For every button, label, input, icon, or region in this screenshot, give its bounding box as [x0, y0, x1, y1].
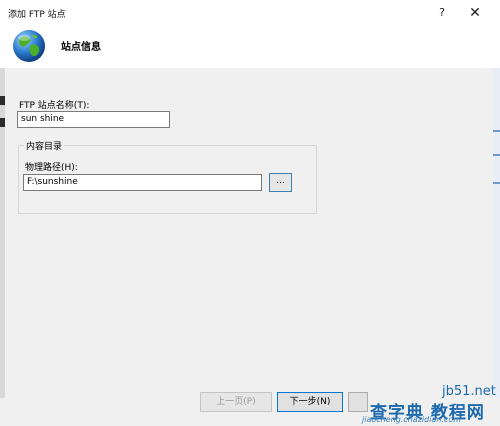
- next-button[interactable]: 下一步(N): [277, 392, 343, 412]
- watermark: jb51.net 查字典 教程网 jiaocheng.chazidian.com: [362, 384, 500, 426]
- header-title: 站点信息: [61, 42, 101, 53]
- title-bar: 添加 FTP 站点 ? ✕: [0, 0, 500, 27]
- edge-tick: [493, 154, 500, 156]
- window-title: 添加 FTP 站点: [8, 10, 66, 20]
- physical-path-input[interactable]: F:\sunshine: [23, 174, 262, 191]
- background-window-edge-left: [0, 68, 5, 398]
- background-window-edge-right: [493, 68, 500, 398]
- content-directory-legend: 内容目录: [24, 139, 65, 152]
- edge-tick: [493, 130, 500, 132]
- watermark-line-1: jb51.net: [442, 384, 496, 399]
- previous-button[interactable]: 上一页(P): [200, 392, 272, 412]
- edge-tick: [493, 182, 500, 184]
- close-button[interactable]: ✕: [466, 4, 484, 22]
- site-name-input[interactable]: sun shine: [17, 111, 170, 128]
- edge-mark: [0, 96, 5, 105]
- physical-path-label: 物理路径(H):: [25, 163, 78, 173]
- help-button[interactable]: ?: [433, 4, 451, 22]
- browse-button[interactable]: ...: [269, 173, 292, 192]
- edge-mark: [0, 118, 5, 127]
- globe-icon: [13, 30, 45, 62]
- site-name-label: FTP 站点名称(T):: [19, 101, 90, 111]
- watermark-line-3: jiaocheng.chazidian.com: [362, 415, 462, 424]
- wizard-header: 站点信息: [0, 26, 500, 68]
